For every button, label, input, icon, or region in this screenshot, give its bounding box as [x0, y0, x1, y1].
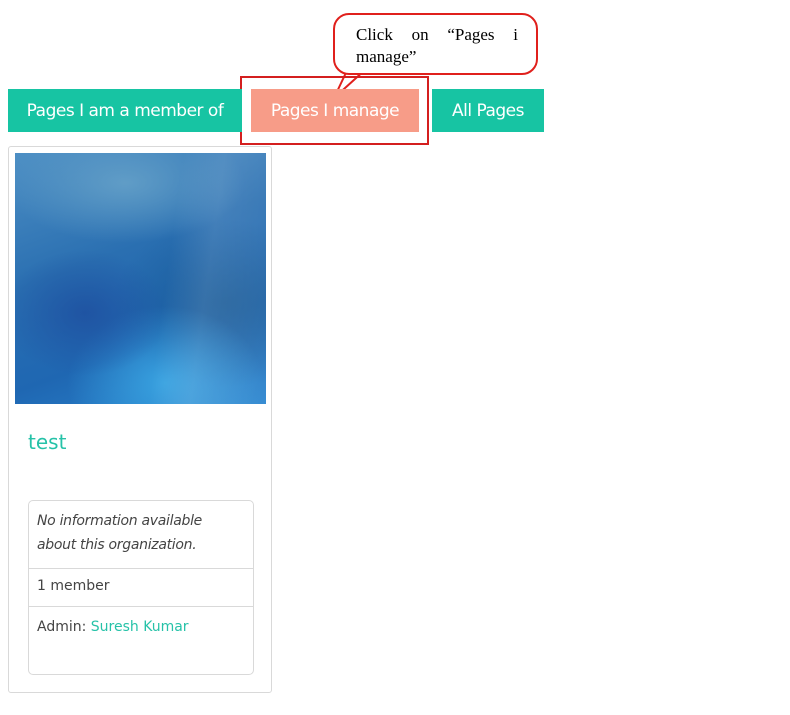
tab-pages-manage[interactable]: Pages I manage: [251, 89, 419, 132]
tab-label: All Pages: [452, 100, 525, 121]
tab-label: Pages I am a member of: [26, 100, 224, 121]
tab-label: Pages I manage: [270, 100, 400, 121]
admin-line: Admin: Suresh Kumar: [37, 619, 189, 635]
member-count: 1 member: [37, 578, 110, 594]
image-sheen: [143, 153, 266, 404]
callout-text: Click on “Pages i manage”: [356, 25, 518, 66]
page-cover-image[interactable]: [15, 153, 266, 404]
page-description: No information available about this orga…: [37, 513, 202, 553]
tab-pages-member[interactable]: Pages I am a member of: [8, 89, 242, 132]
tab-all-pages[interactable]: All Pages: [432, 89, 544, 132]
divider: [29, 606, 253, 607]
admin-name-link[interactable]: Suresh Kumar: [91, 619, 189, 635]
divider: [29, 568, 253, 569]
admin-label: Admin:: [37, 619, 91, 635]
page-title-link[interactable]: test: [28, 430, 66, 454]
page-card: test No information available about this…: [8, 146, 272, 693]
page-info-box: No information available about this orga…: [28, 500, 254, 675]
instruction-callout: Click on “Pages i manage”: [333, 13, 538, 75]
